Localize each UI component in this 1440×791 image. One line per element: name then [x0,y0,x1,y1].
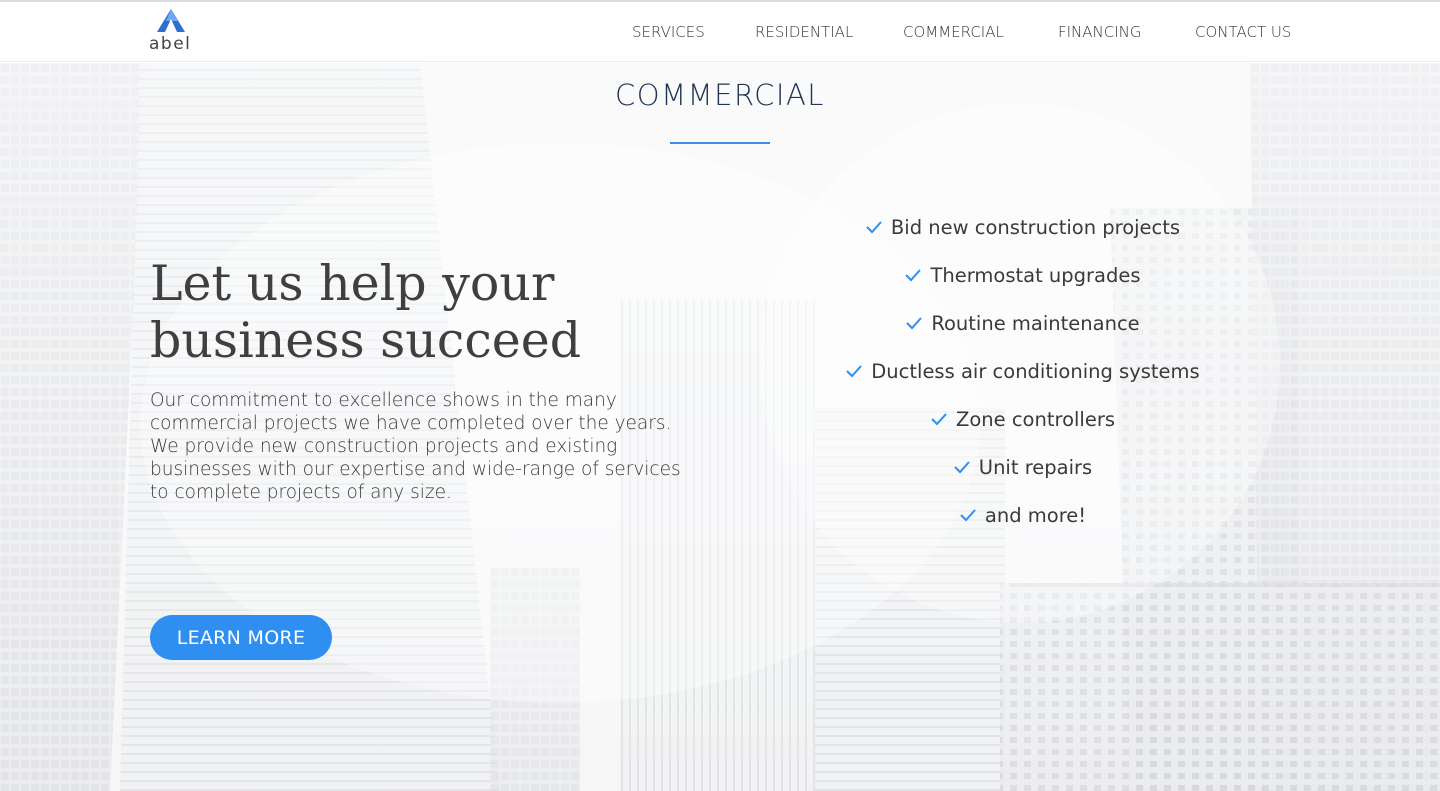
learn-more-button[interactable]: LEARN MORE [150,615,332,660]
feature-label: Unit repairs [978,456,1093,479]
feature-label: Zone controllers [955,408,1116,431]
list-item: Zone controllers [800,403,1245,451]
list-item: Bid new construction projects [800,211,1245,259]
feature-label: Thermostat upgrades [930,264,1141,287]
check-icon [906,316,923,329]
list-item: and more! [800,499,1245,547]
hero-description: Our commitment to excellence shows in th… [150,390,681,503]
check-icon [905,268,922,281]
section-title: COMMERCIAL [615,78,825,112]
check-icon [846,364,863,377]
nav-residential[interactable]: RESIDENTIAL [755,23,853,41]
list-item: Routine maintenance [800,307,1245,355]
site-header: abel SERVICES RESIDENTIAL COMMERCIAL FIN… [0,2,1440,62]
nav-contact-us[interactable]: CONTACT US [1195,23,1291,41]
check-icon [931,412,947,425]
headline-line-2: business succeed [150,312,582,369]
headline-line-1: Let us help your [150,255,555,312]
list-item: Thermostat upgrades [800,259,1245,307]
brand-logo-text: abel [149,34,192,54]
feature-list: Bid new construction projects Thermostat… [800,211,1245,547]
check-icon [954,460,970,473]
nav-commercial[interactable]: COMMERCIAL [903,23,1004,41]
logo-triangle-icon [157,9,185,32]
feature-label: Ductless air conditioning systems [871,360,1200,383]
hero-headline: Let us help your business succeed [150,255,710,369]
nav-financing[interactable]: FINANCING [1058,23,1142,41]
commercial-hero: COMMERCIAL Let us help your business suc… [0,63,1440,791]
feature-label: and more! [984,504,1087,527]
list-item: Unit repairs [800,451,1245,499]
feature-label: Routine maintenance [931,312,1140,335]
check-icon [960,508,976,521]
nav-services[interactable]: SERVICES [632,23,705,41]
title-underline-divider [670,142,770,144]
check-icon [866,220,882,233]
list-item: Ductless air conditioning systems [800,355,1245,403]
brand-logo[interactable]: abel [149,6,199,58]
feature-label: Bid new construction projects [890,216,1181,239]
